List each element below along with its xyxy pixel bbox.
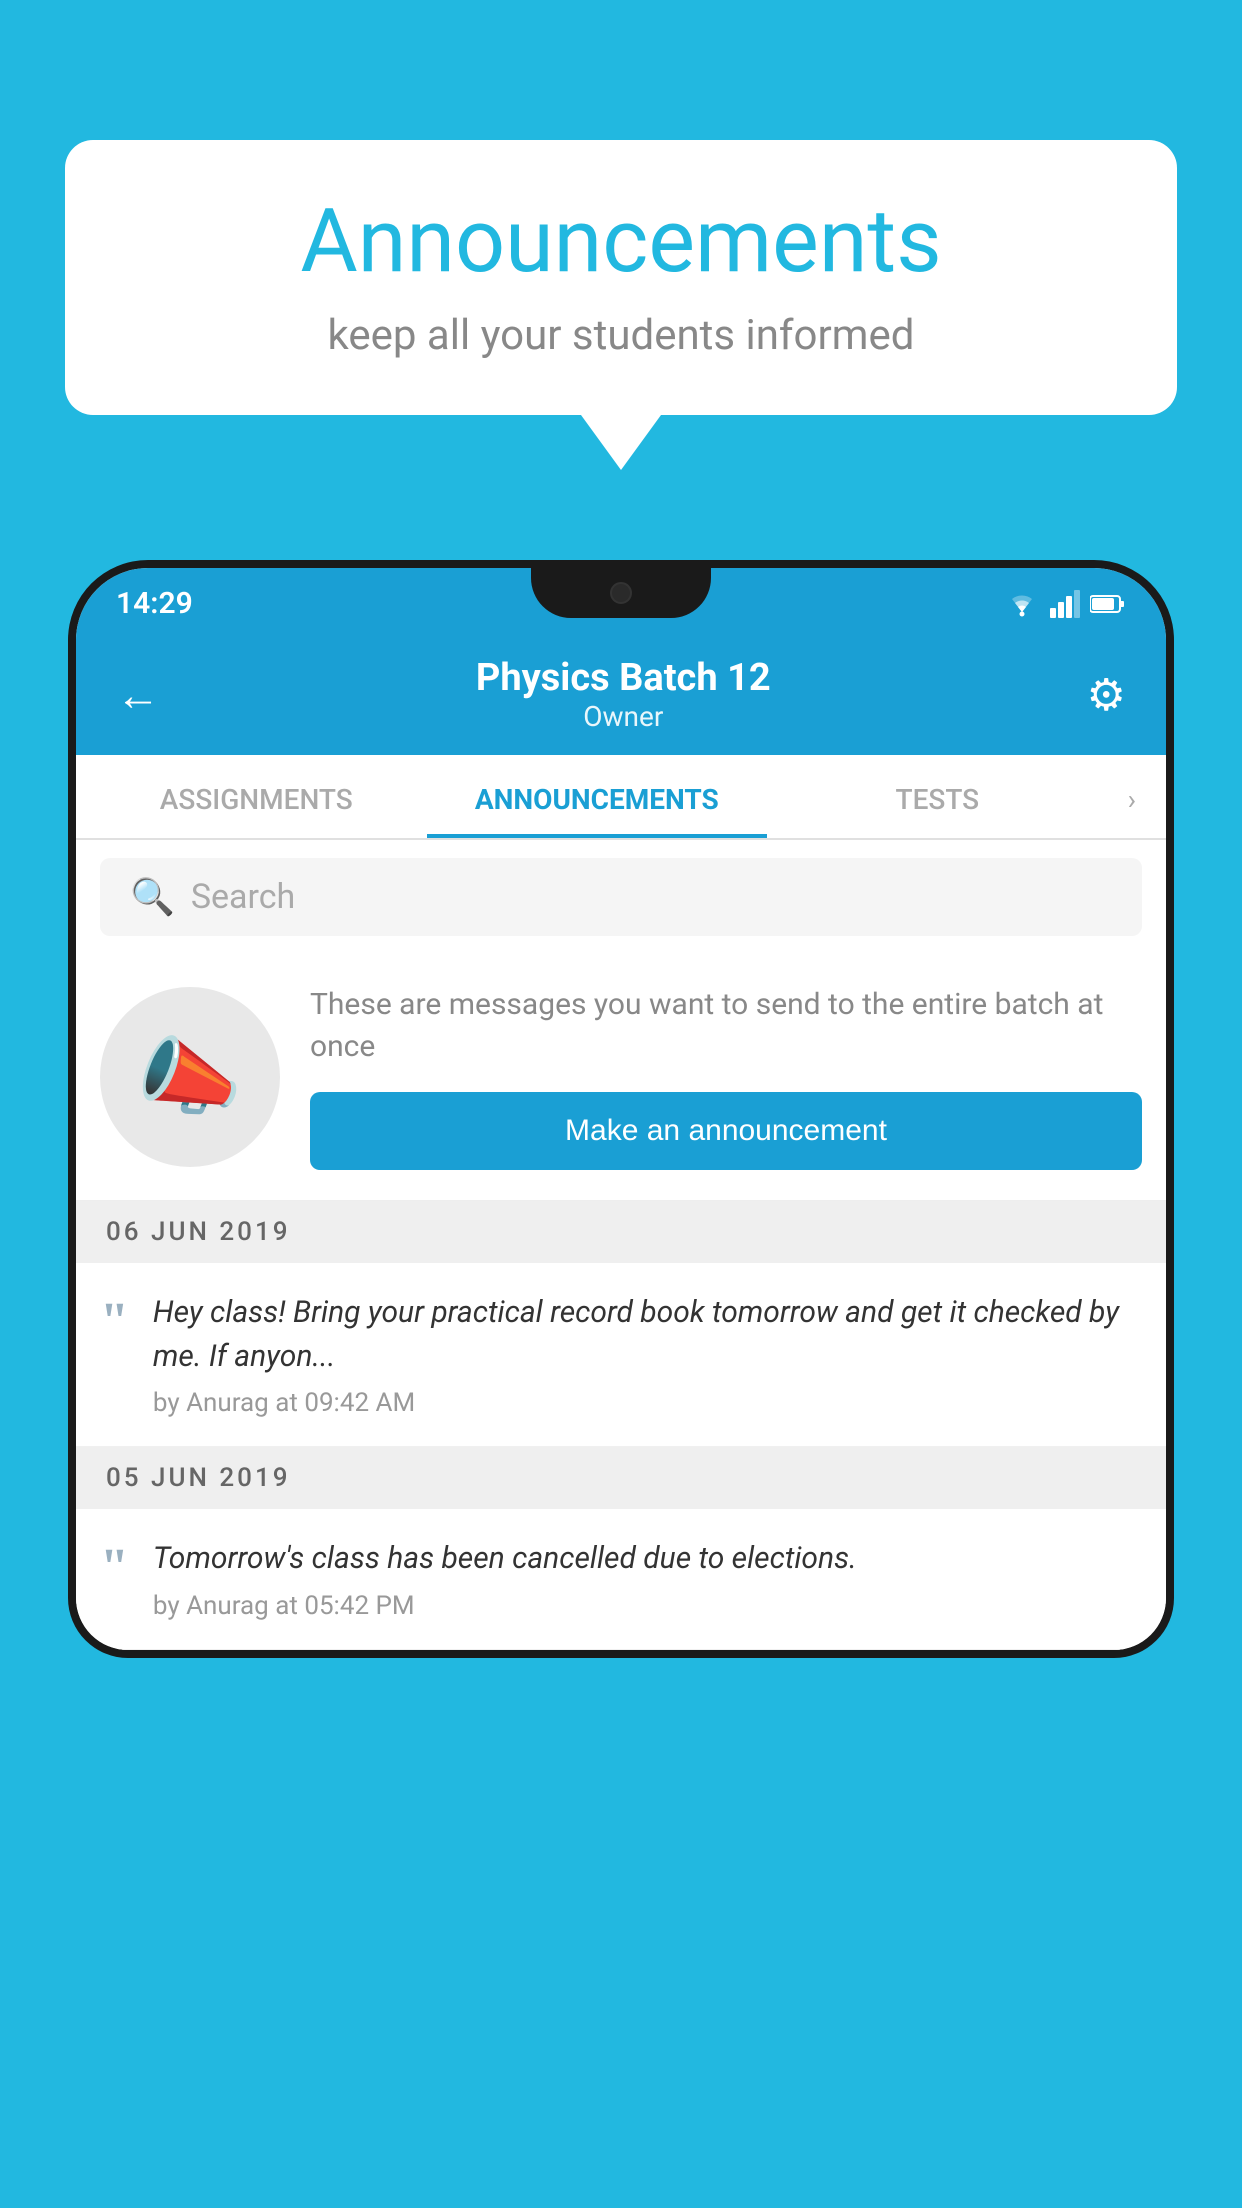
front-camera [610,582,632,604]
wifi-icon [1004,590,1040,618]
tab-assignments[interactable]: ASSIGNMENTS [86,755,427,838]
settings-icon[interactable]: ⚙ [1087,669,1126,721]
megaphone-icon: 📣 [137,1027,243,1127]
signal-icon [1050,590,1080,618]
date-separator-1: 06 JUN 2019 [76,1201,1166,1263]
date-separator-2: 05 JUN 2019 [76,1447,1166,1509]
tab-announcements[interactable]: ANNOUNCEMENTS [427,755,768,838]
tab-tests[interactable]: TESTS [767,755,1108,838]
speech-bubble-title: Announcements [125,190,1117,293]
announcement-prompt-content: These are messages you want to send to t… [310,984,1142,1170]
notch [531,568,711,618]
search-placeholder: Search [191,877,295,917]
announcement-text-2: Tomorrow's class has been cancelled due … [153,1537,1142,1581]
announcement-prompt: 📣 These are messages you want to send to… [76,954,1166,1201]
back-button[interactable]: ← [116,669,160,721]
speech-bubble-subtitle: keep all your students informed [125,311,1117,360]
tabs-bar: ASSIGNMENTS ANNOUNCEMENTS TESTS › [76,755,1166,840]
announcement-item-2[interactable]: " Tomorrow's class has been cancelled du… [76,1509,1166,1650]
phone-mockup: 14:29 [68,560,1174,2208]
announcement-description: These are messages you want to send to t… [310,984,1142,1068]
announcement-meta-1: by Anurag at 09:42 AM [153,1388,1142,1418]
announcement-meta-2: by Anurag at 05:42 PM [153,1591,1142,1621]
battery-icon [1090,594,1126,614]
announcement-content-2: Tomorrow's class has been cancelled due … [153,1537,1142,1621]
make-announcement-button[interactable]: Make an announcement [310,1092,1142,1170]
announcement-text-1: Hey class! Bring your practical record b… [153,1291,1142,1378]
announcement-item-1[interactable]: " Hey class! Bring your practical record… [76,1263,1166,1447]
search-container: 🔍 Search [76,840,1166,954]
speech-bubble-section: Announcements keep all your students inf… [65,140,1177,470]
quote-icon-1: " [100,1296,129,1348]
tab-more[interactable]: › [1108,755,1156,838]
phone-frame: 14:29 [68,560,1174,1658]
search-icon: 🔍 [130,876,175,918]
batch-title: Physics Batch 12 [160,656,1087,700]
speech-bubble: Announcements keep all your students inf… [65,140,1177,415]
announcement-content-1: Hey class! Bring your practical record b… [153,1291,1142,1418]
status-icons [1004,590,1126,618]
user-role: Owner [160,700,1087,733]
header-title-area: Physics Batch 12 Owner [160,656,1087,733]
app-header: ← Physics Batch 12 Owner ⚙ [76,636,1166,755]
search-bar[interactable]: 🔍 Search [100,858,1142,936]
megaphone-circle: 📣 [100,987,280,1167]
speech-bubble-arrow [581,415,661,470]
status-time: 14:29 [116,586,193,621]
phone-screen: 14:29 [76,568,1166,1650]
quote-icon-2: " [100,1542,129,1594]
